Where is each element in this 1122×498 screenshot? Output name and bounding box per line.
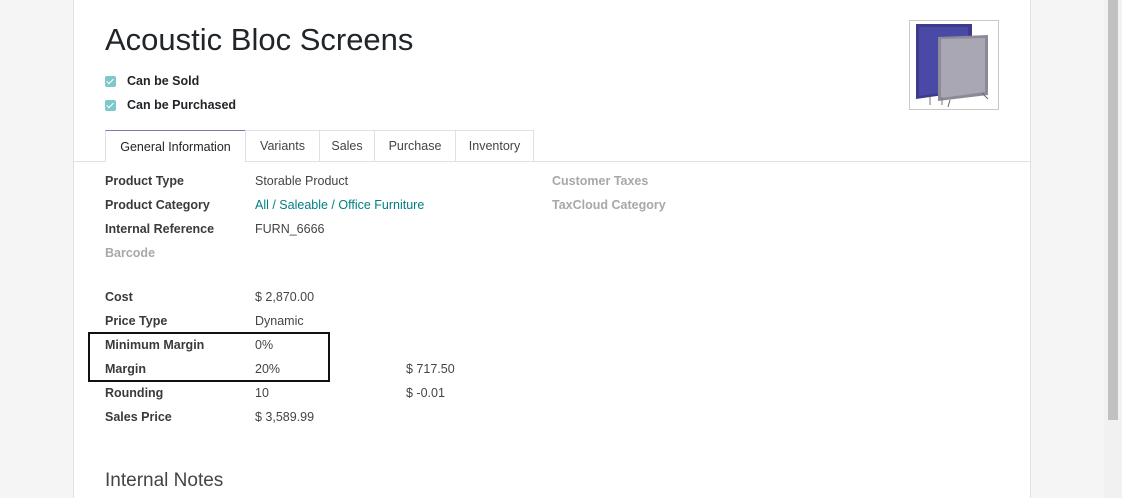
tab-inventory[interactable]: Inventory: [455, 130, 534, 161]
internal-reference-label: Internal Reference: [105, 222, 215, 236]
tab-sales[interactable]: Sales: [319, 130, 375, 161]
product-form-sheet: Acoustic Bloc Screens Can be Sold Can be…: [73, 0, 1031, 498]
cost-label: Cost: [105, 290, 133, 304]
product-name[interactable]: Acoustic Bloc Screens: [105, 22, 413, 58]
can-be-purchased-checkbox[interactable]: [105, 99, 116, 111]
rounding-value[interactable]: 10: [255, 386, 269, 400]
margin-amount: $ 717.50: [406, 362, 455, 376]
tab-general-information[interactable]: General Information: [105, 130, 246, 162]
form-tabs: General Information Variants Sales Purch…: [74, 130, 1030, 162]
can-be-sold-checkbox[interactable]: [105, 75, 116, 87]
margin-highlight-box: [88, 332, 330, 382]
can-be-sold-label: Can be Sold: [127, 74, 200, 88]
price-type-value[interactable]: Dynamic: [255, 314, 304, 328]
rounding-label: Rounding: [105, 386, 164, 400]
can-be-purchased-label: Can be Purchased: [127, 98, 237, 112]
barcode-label: Barcode: [105, 246, 156, 260]
product-type-label: Product Type: [105, 174, 184, 188]
sales-price-label: Sales Price: [105, 410, 172, 424]
can-be-sold-option[interactable]: Can be Sold: [105, 73, 199, 89]
customer-taxes-label: Customer Taxes: [552, 174, 649, 188]
price-type-label: Price Type: [105, 314, 168, 328]
sales-price-value[interactable]: $ 3,589.99: [255, 410, 314, 424]
product-image[interactable]: [909, 20, 999, 110]
tab-purchase[interactable]: Purchase: [374, 130, 456, 161]
internal-reference-value[interactable]: FURN_6666: [255, 222, 324, 236]
internal-notes-title: Internal Notes: [105, 470, 224, 491]
product-category-link[interactable]: All / Saleable / Office Furniture: [255, 198, 424, 212]
scrollbar-thumb[interactable]: [1108, 0, 1118, 420]
rounding-amount: $ -0.01: [406, 386, 445, 400]
can-be-purchased-option[interactable]: Can be Purchased: [105, 97, 236, 113]
tab-variants[interactable]: Variants: [245, 130, 320, 161]
vertical-scrollbar[interactable]: [1104, 0, 1122, 498]
acoustic-screen-image: [910, 21, 998, 109]
product-category-label: Product Category: [105, 198, 210, 212]
taxcloud-category-label: TaxCloud Category: [552, 198, 666, 212]
cost-value[interactable]: $ 2,870.00: [255, 290, 314, 304]
product-type-value[interactable]: Storable Product: [255, 174, 348, 188]
